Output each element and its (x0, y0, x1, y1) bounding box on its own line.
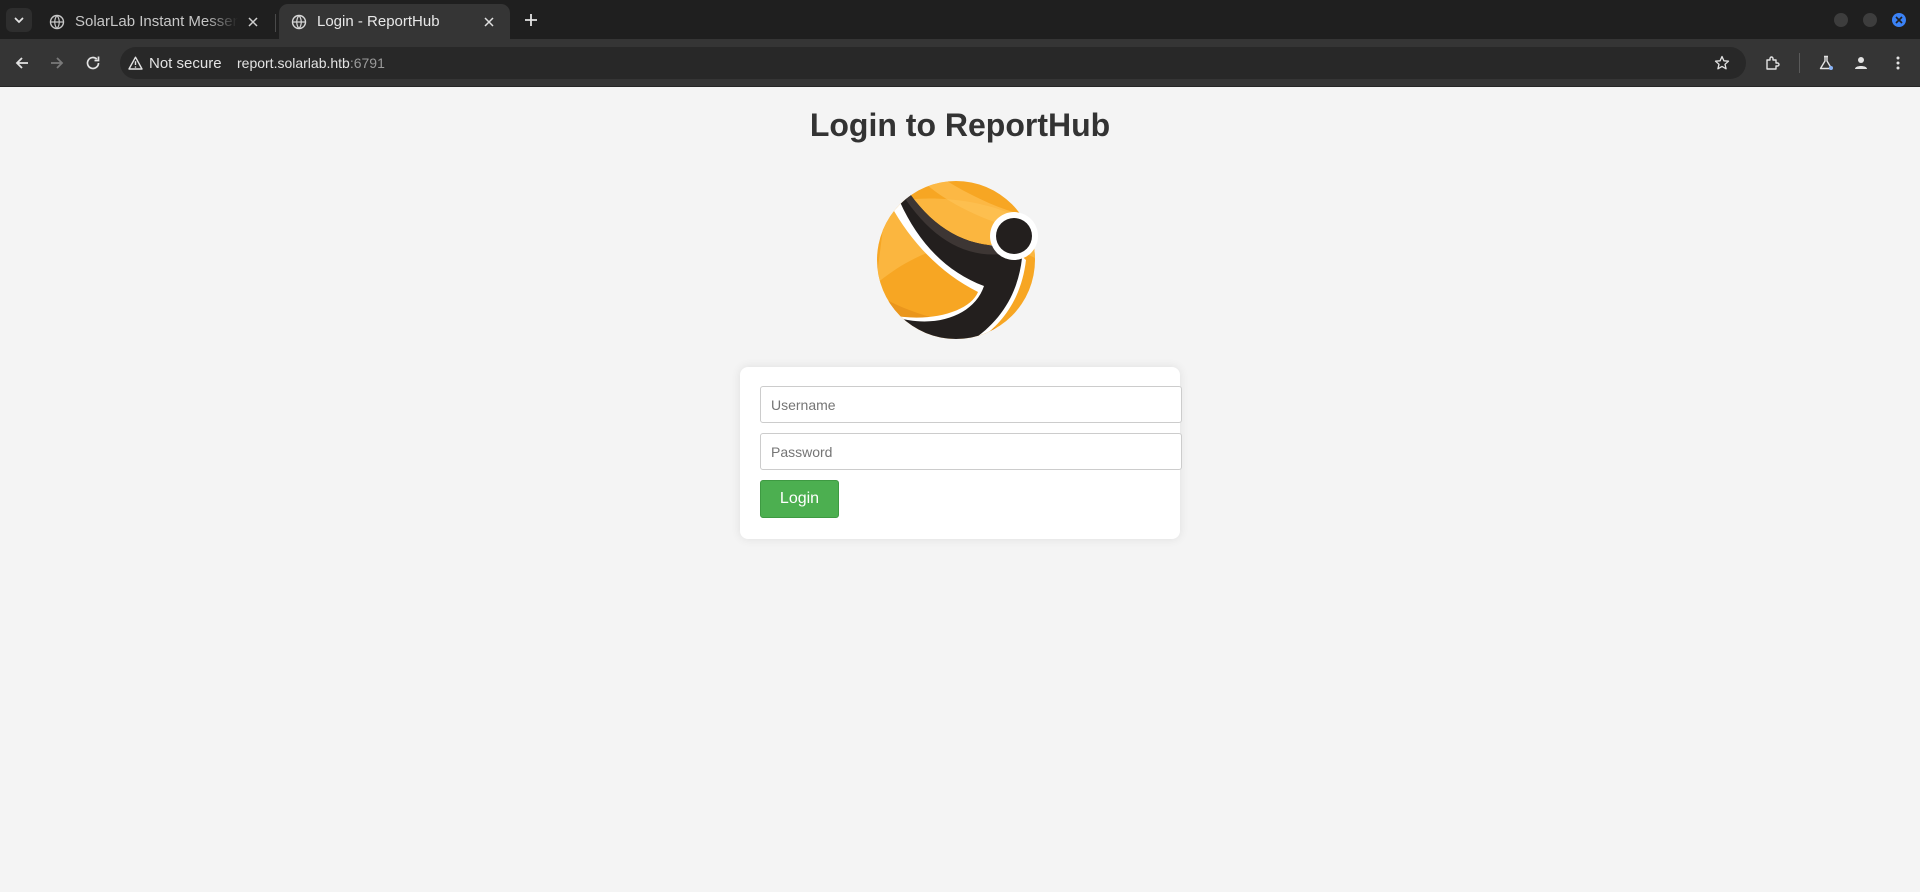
new-tab-button[interactable] (520, 9, 542, 31)
tab-strip: SolarLab Instant Messenger Login - Repor… (0, 0, 1920, 39)
bookmark-button[interactable] (1710, 51, 1734, 75)
reload-button[interactable] (81, 51, 105, 75)
star-icon (1714, 55, 1730, 70)
not-secure-label: Not secure (149, 54, 222, 72)
maximize-window-button[interactable] (1863, 13, 1877, 27)
close-icon (1895, 16, 1903, 24)
security-indicator[interactable]: Not secure (128, 51, 222, 75)
globe-icon (49, 14, 65, 29)
profile-button[interactable] (1849, 51, 1873, 75)
login-button[interactable]: Login (760, 480, 839, 518)
menu-button[interactable] (1886, 51, 1910, 75)
minimize-window-button[interactable] (1834, 13, 1848, 27)
more-vertical-icon (1896, 56, 1900, 70)
login-form: Login (740, 367, 1182, 539)
tab-search-button[interactable] (6, 8, 32, 32)
person-icon (1855, 57, 1867, 69)
back-button[interactable] (10, 51, 34, 75)
password-input[interactable] (760, 433, 1182, 470)
url-port: :6791 (349, 55, 385, 71)
arrow-right-icon (51, 57, 64, 69)
plus-icon (525, 14, 537, 26)
tab-title: SolarLab Instant Messenger (75, 13, 238, 30)
flask-icon (1819, 55, 1833, 70)
arrow-left-icon (15, 57, 28, 69)
close-window-button[interactable] (1892, 13, 1906, 27)
close-icon (248, 16, 258, 27)
chevron-down-icon (14, 17, 24, 24)
warning-icon (128, 56, 143, 70)
toolbar-divider (1799, 53, 1800, 73)
url-host: report.solarlab.htb (237, 55, 350, 71)
tab-divider (275, 14, 276, 32)
page-content: Login to ReportHub Login (0, 88, 1920, 892)
puzzle-icon (1765, 55, 1780, 70)
reload-icon (86, 56, 100, 70)
forward-button[interactable] (45, 51, 69, 75)
username-input[interactable] (760, 386, 1182, 423)
tab-title: Login - ReportHub (317, 13, 440, 30)
close-tab-button[interactable] (244, 13, 262, 31)
page-title: Login to ReportHub (809, 107, 1111, 143)
close-tab-button[interactable] (480, 13, 498, 31)
globe-icon (291, 14, 307, 29)
reporthub-logo (877, 181, 1038, 339)
extensions-button[interactable] (1760, 51, 1784, 75)
tab-reporthub-login[interactable]: Login - ReportHub (279, 4, 510, 39)
labs-button[interactable] (1814, 51, 1838, 75)
url-text[interactable]: report.solarlab.htb:6791 (237, 55, 385, 71)
tab-solarlab-messenger[interactable]: SolarLab Instant Messenger (37, 4, 274, 39)
close-icon (484, 16, 494, 27)
